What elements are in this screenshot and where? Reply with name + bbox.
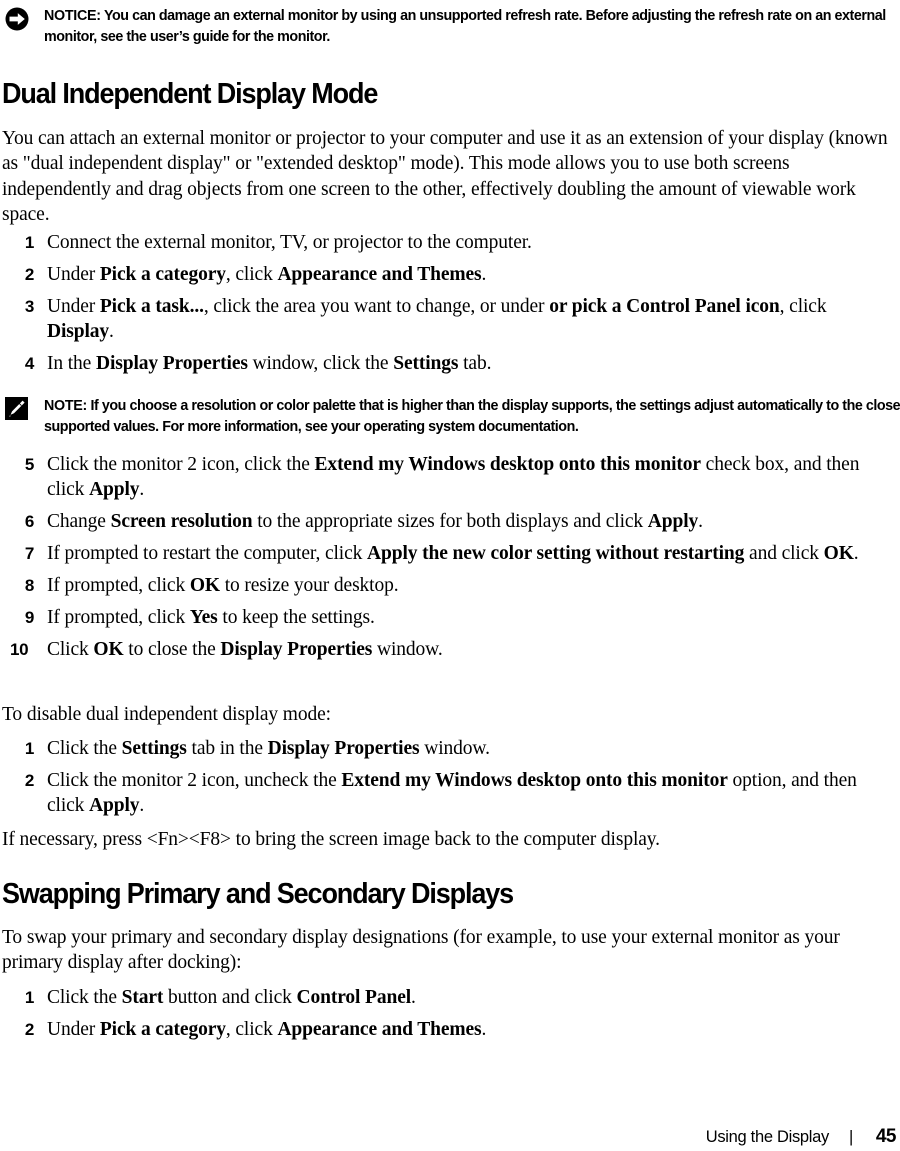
list-item: 1 Connect the external monitor, TV, or p… bbox=[2, 230, 896, 255]
steps-list-disable: 1 Click the Settings tab in the Display … bbox=[2, 736, 896, 819]
step-text: Click the monitor 2 icon, uncheck the Ex… bbox=[47, 769, 857, 817]
step-number: 7 bbox=[24, 544, 34, 564]
step-text: Connect the external monitor, TV, or pro… bbox=[47, 232, 532, 253]
step-text: Under Pick a task..., click the area you… bbox=[47, 295, 827, 343]
list-item: 9 If prompted, click Yes to keep the set… bbox=[2, 605, 896, 630]
step-text: Under Pick a category, click Appearance … bbox=[47, 1018, 487, 1040]
step-text: If prompted, click OK to resize your des… bbox=[47, 575, 399, 597]
list-item: 2 Under Pick a category, click Appearanc… bbox=[2, 1017, 896, 1042]
step-number: 3 bbox=[24, 296, 34, 316]
document-page: NOTICE: You can damage an external monit… bbox=[0, 0, 900, 1151]
step-number: 6 bbox=[24, 512, 34, 532]
heading-swapping-primary-secondary-displays: Swapping Primary and Secondary Displays bbox=[2, 878, 514, 910]
paragraph-dual-intro: You can attach an external monitor or pr… bbox=[2, 128, 888, 226]
list-item: 4 In the Display Properties window, clic… bbox=[2, 351, 896, 376]
step-number: 1 bbox=[24, 988, 34, 1007]
list-item: 6 Change Screen resolution to the approp… bbox=[2, 509, 896, 534]
list-item: 2 Click the monitor 2 icon, uncheck the … bbox=[2, 768, 896, 819]
step-text: If prompted, click Yes to keep the setti… bbox=[47, 607, 375, 629]
paragraph-dual-outro: If necessary, press <Fn><F8> to bring th… bbox=[2, 829, 660, 850]
footer-page-number: 45 bbox=[875, 1126, 897, 1147]
list-item: 8 If prompted, click OK to resize your d… bbox=[2, 573, 896, 598]
step-number: 1 bbox=[24, 233, 34, 252]
notice-callout: NOTICE: You can damage an external monit… bbox=[2, 6, 900, 47]
step-number: 2 bbox=[24, 770, 34, 790]
notice-arrow-icon bbox=[5, 7, 29, 31]
note-callout: NOTE: If you choose a resolution or colo… bbox=[2, 396, 900, 437]
footer-title: Using the Display bbox=[705, 1128, 830, 1146]
paragraph-swapping-intro: To swap your primary and secondary displ… bbox=[2, 927, 840, 974]
list-item: 10 Click OK to close the Display Propert… bbox=[2, 637, 896, 662]
note-label: NOTE: bbox=[44, 398, 87, 414]
notice-text: You can damage an external monitor by us… bbox=[44, 8, 886, 45]
notice-label: NOTICE: bbox=[44, 8, 101, 24]
step-number: 10 bbox=[10, 639, 29, 659]
steps-list-swapping: 1 Click the Start button and click Contr… bbox=[2, 985, 896, 1042]
step-text: Click OK to close the Display Properties… bbox=[47, 638, 443, 660]
step-number: 9 bbox=[24, 608, 34, 628]
step-number: 2 bbox=[24, 264, 34, 284]
step-number: 4 bbox=[24, 354, 34, 374]
step-text: Change Screen resolution to the appropri… bbox=[47, 511, 703, 533]
step-text: Click the Settings tab in the Display Pr… bbox=[47, 738, 490, 759]
step-number: 8 bbox=[24, 576, 34, 596]
step-number: 1 bbox=[24, 739, 34, 758]
list-item: 5 Click the monitor 2 icon, click the Ex… bbox=[2, 452, 896, 503]
step-text: Click the Start button and click Control… bbox=[47, 987, 416, 1008]
paragraph-disable-intro: To disable dual independent display mode… bbox=[2, 704, 331, 725]
list-item: 1 Click the Start button and click Contr… bbox=[2, 985, 896, 1010]
list-item: 1 Click the Settings tab in the Display … bbox=[2, 736, 896, 761]
page-footer: Using the Display | 45 bbox=[0, 1126, 897, 1150]
footer-separator: | bbox=[849, 1128, 853, 1146]
heading-dual-independent-display-mode: Dual Independent Display Mode bbox=[2, 78, 378, 110]
step-text: If prompted to restart the computer, cli… bbox=[47, 543, 859, 565]
list-item: 2 Under Pick a category, click Appearanc… bbox=[2, 262, 896, 287]
step-number: 2 bbox=[24, 1019, 34, 1039]
step-text: Under Pick a category, click Appearance … bbox=[47, 263, 487, 285]
step-text: In the Display Properties window, click … bbox=[47, 353, 492, 375]
note-pencil-icon bbox=[5, 397, 29, 421]
list-item: 3 Under Pick a task..., click the area y… bbox=[2, 294, 896, 345]
steps-list-dual-b: 5 Click the monitor 2 icon, click the Ex… bbox=[2, 452, 896, 662]
list-item: 7 If prompted to restart the computer, c… bbox=[2, 541, 896, 566]
step-text: Click the monitor 2 icon, click the Exte… bbox=[47, 454, 860, 501]
note-text: If you choose a resolution or color pale… bbox=[44, 398, 900, 435]
steps-list-dual-a: 1 Connect the external monitor, TV, or p… bbox=[2, 230, 896, 377]
step-number: 5 bbox=[24, 455, 34, 474]
